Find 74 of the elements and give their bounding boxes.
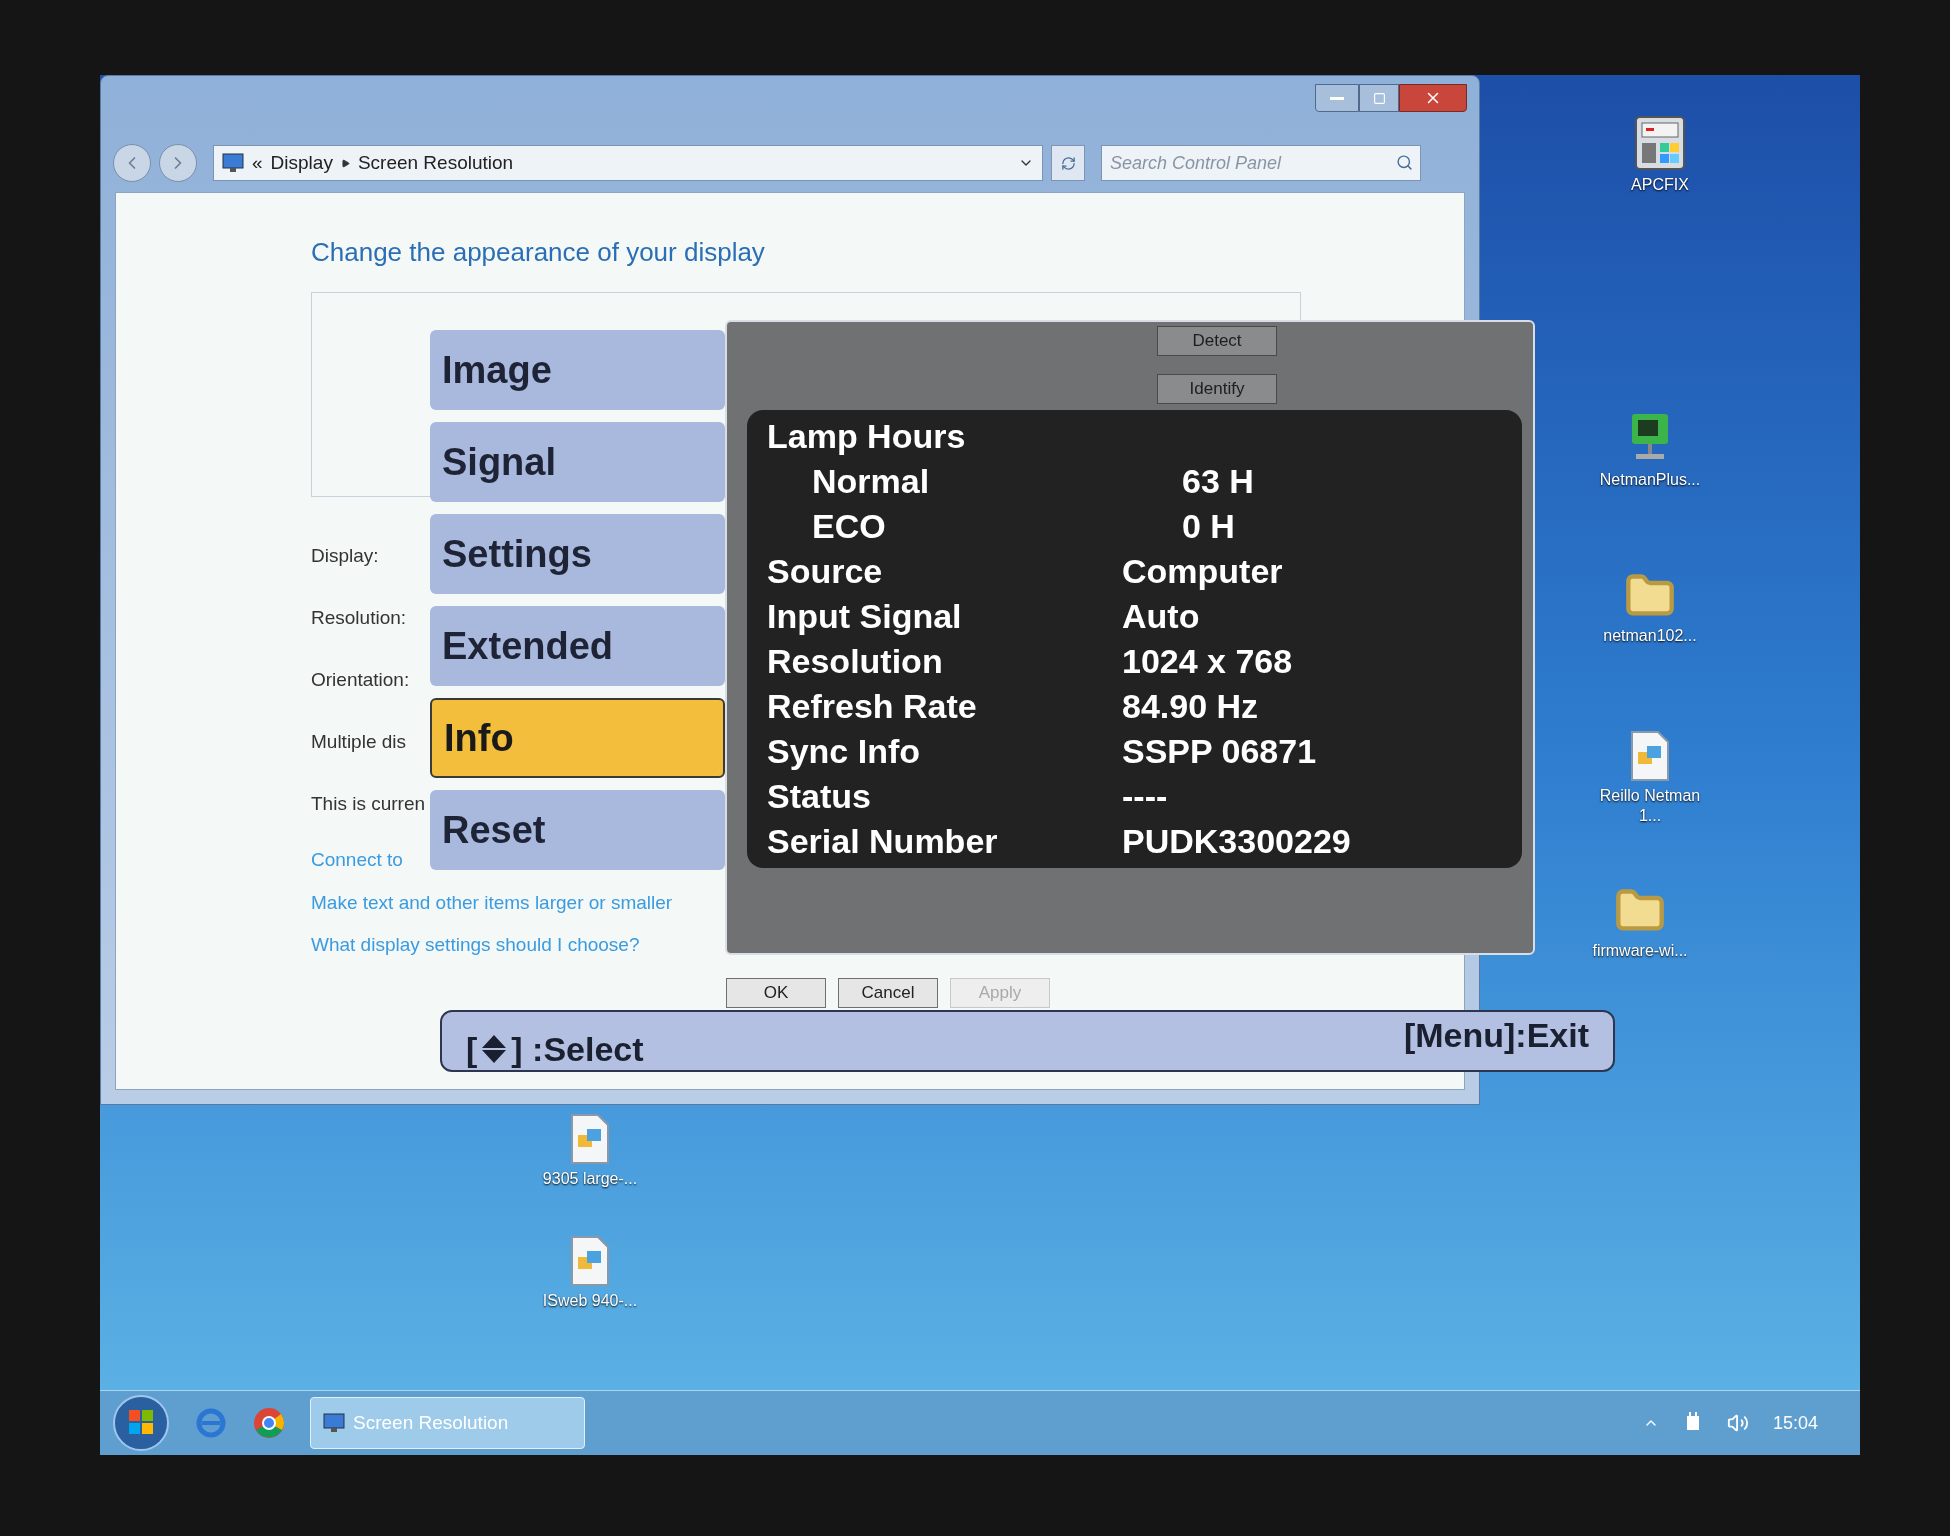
document-icon xyxy=(569,1235,611,1287)
info-value: 1024 x 768 xyxy=(1122,641,1293,682)
desktop-icon-label[interactable]: Reillo Netman 1... xyxy=(1595,786,1705,826)
field-label: Display: xyxy=(311,544,379,568)
identify-button[interactable]: Identify xyxy=(1157,374,1277,404)
forward-button[interactable] xyxy=(159,144,197,182)
info-value: Computer xyxy=(1122,551,1283,592)
desktop-icon-label[interactable]: 9305 large-... xyxy=(535,1169,645,1189)
info-value: 84.90 Hz xyxy=(1122,686,1259,727)
field-label: Multiple dis xyxy=(311,730,407,754)
info-value: 63 H xyxy=(1182,461,1254,502)
refresh-icon xyxy=(1060,155,1076,171)
field-label: Resolution: xyxy=(311,606,407,630)
minimize-button[interactable] xyxy=(1315,84,1359,112)
info-value: Auto xyxy=(1122,596,1200,637)
address-bar[interactable]: « Display Screen Resolution xyxy=(213,145,1043,181)
back-button[interactable] xyxy=(113,144,151,182)
osd-menu-item[interactable]: Settings xyxy=(430,514,725,594)
browser-circle-icon[interactable] xyxy=(252,1406,286,1440)
osd-menu-item[interactable]: Reset xyxy=(430,790,725,870)
info-label: ECO xyxy=(811,506,887,547)
info-value: PUDK3300229 xyxy=(1122,821,1351,862)
osd-menu-item[interactable]: Info xyxy=(430,698,725,778)
breadcrumb-overflow[interactable]: « xyxy=(252,148,263,178)
monitor-icon xyxy=(222,153,244,173)
osd-menu-item[interactable]: Image xyxy=(430,330,725,410)
help-link[interactable]: What display settings should I choose? xyxy=(311,931,640,960)
info-value: ---- xyxy=(1122,776,1168,817)
info-label: Serial Number xyxy=(766,821,999,862)
field-label: This is curren xyxy=(311,792,426,816)
exit-hint: [Menu]:Exit xyxy=(1403,1014,1589,1056)
info-label: Refresh Rate xyxy=(766,686,978,727)
info-value: SSPP 06871 xyxy=(1122,731,1317,772)
select-hint: ] :Select xyxy=(511,1028,644,1070)
info-label: Normal xyxy=(811,461,931,502)
desktop-icon-label[interactable]: firmware-wi... xyxy=(1585,941,1695,961)
breadcrumb-item[interactable]: Display xyxy=(270,148,333,178)
desktop-icon-label[interactable]: NetmanPlus... xyxy=(1595,470,1705,490)
start-button[interactable] xyxy=(112,1394,170,1452)
maximize-button[interactable] xyxy=(1359,84,1399,112)
info-label: Input Signal xyxy=(766,596,963,637)
search-icon[interactable] xyxy=(1396,154,1413,171)
clock[interactable]: 15:04 xyxy=(1772,1409,1818,1437)
refresh-button[interactable] xyxy=(1051,145,1085,181)
battery-app-icon xyxy=(1634,115,1686,171)
volume-icon[interactable] xyxy=(1726,1412,1749,1434)
select-hint-bracket: [ xyxy=(466,1028,478,1070)
document-icon xyxy=(569,1113,611,1165)
maximize-icon xyxy=(1372,91,1386,105)
help-link[interactable]: Make text and other items larger or smaller xyxy=(311,888,673,917)
breadcrumb-separator-icon xyxy=(340,158,350,168)
info-label: Source xyxy=(766,551,884,592)
info-label: Resolution xyxy=(766,641,944,682)
document-icon xyxy=(1629,730,1671,782)
dialog-button[interactable]: OK xyxy=(726,978,826,1008)
desktop-icon-label[interactable]: APCFIX xyxy=(1605,175,1715,195)
osd-menu-item[interactable]: Signal xyxy=(430,422,725,502)
field-label: Orientation: xyxy=(311,668,410,692)
detect-button[interactable]: Detect xyxy=(1157,326,1277,356)
help-link[interactable]: Connect to xyxy=(311,846,403,875)
monitor-icon xyxy=(323,1413,345,1433)
info-value: 0 H xyxy=(1182,506,1235,547)
info-label: Lamp Hours xyxy=(766,416,967,457)
up-down-arrow-icon xyxy=(481,1034,508,1064)
desktop-icon-label[interactable]: netman102... xyxy=(1595,626,1705,646)
minimize-icon xyxy=(1330,96,1344,100)
page-heading: Change the appearance of your display xyxy=(311,236,766,269)
info-label: Status xyxy=(766,776,872,817)
osd-menu-item[interactable]: Extended xyxy=(430,606,725,686)
info-label: Sync Info xyxy=(766,731,922,772)
close-button[interactable] xyxy=(1399,84,1467,112)
search-field[interactable]: Search Control Panel xyxy=(1101,145,1421,181)
breadcrumb-item[interactable]: Screen Resolution xyxy=(357,148,514,178)
dialog-button[interactable]: Cancel xyxy=(838,978,938,1008)
